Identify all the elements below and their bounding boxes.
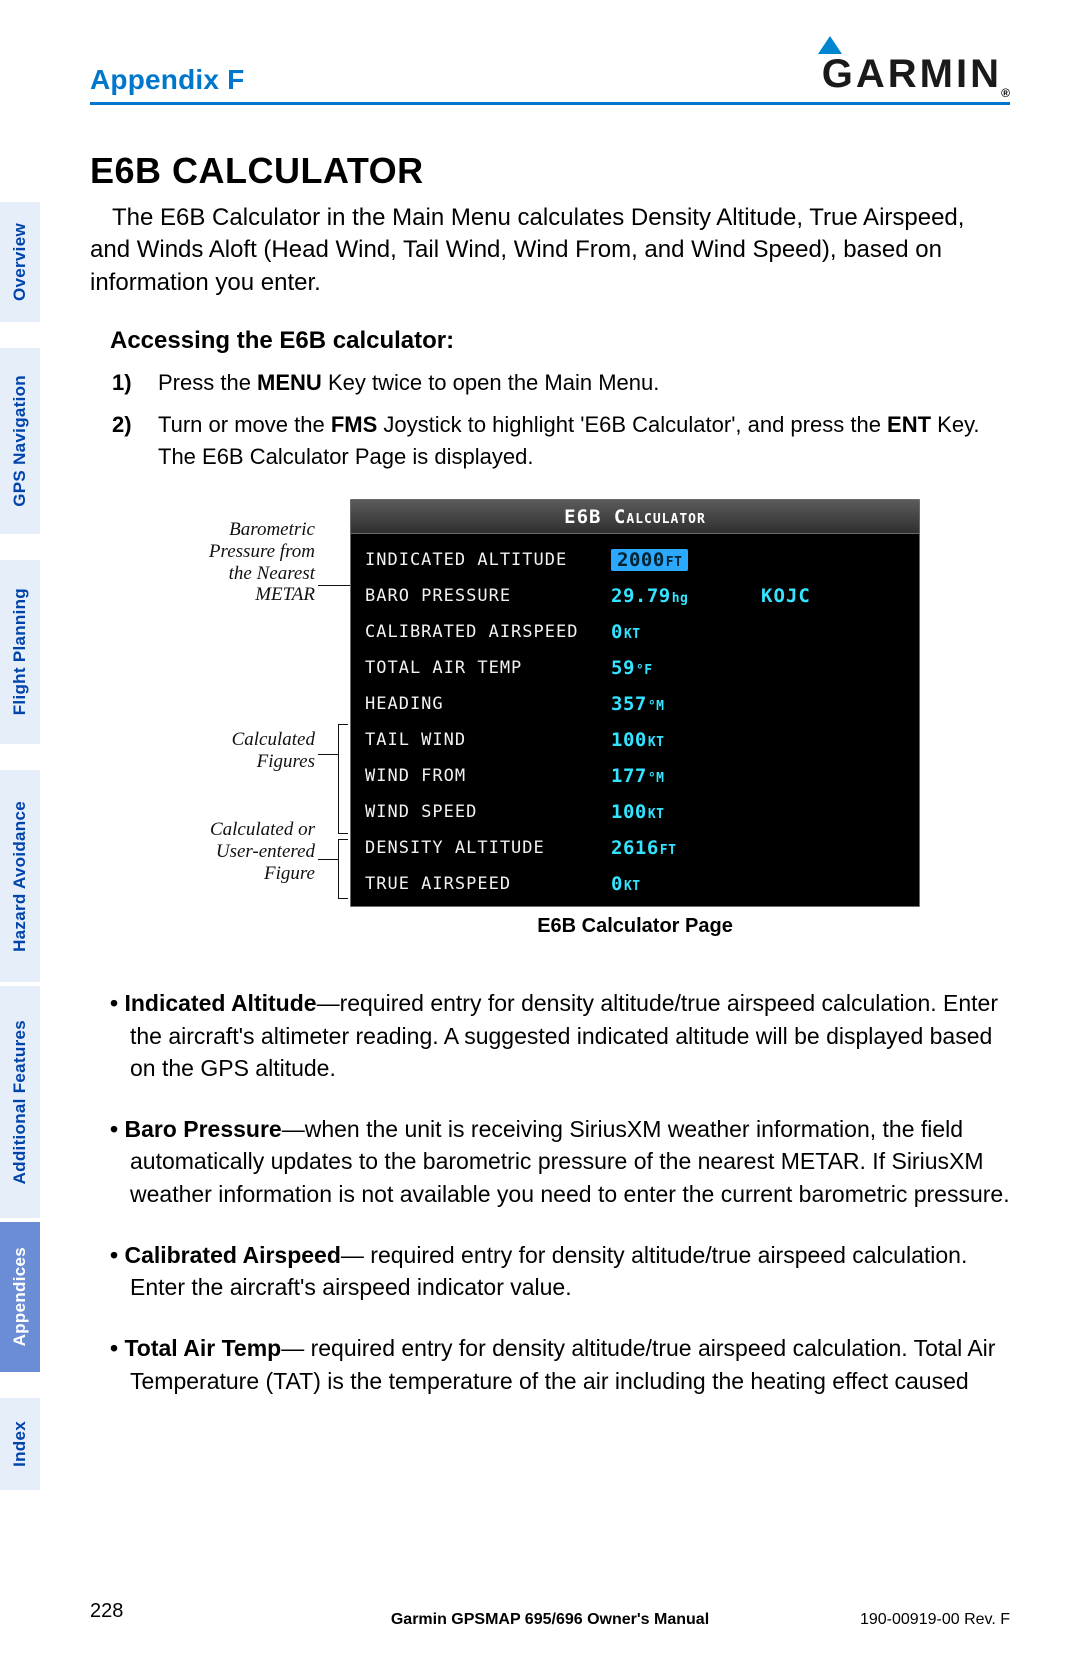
e6b-row-label: DENSITY ALTITUDE bbox=[365, 838, 611, 858]
e6b-row: TAIL WIND100KT bbox=[351, 722, 919, 758]
side-tab-flight-planning[interactable]: Flight Planning bbox=[0, 558, 40, 746]
definition-term: Baro Pressure bbox=[124, 1116, 281, 1142]
callout-calc: Calculated Figures bbox=[200, 729, 315, 773]
e6b-row-value: 29.79hg bbox=[611, 585, 761, 607]
e6b-row: HEADING357°M bbox=[351, 686, 919, 722]
side-tab-label: GPS Navigation bbox=[10, 375, 30, 507]
e6b-row-value: 357°M bbox=[611, 693, 761, 715]
definition-term: Indicated Altitude bbox=[124, 990, 316, 1016]
e6b-row-value: 100KT bbox=[611, 801, 761, 823]
side-tab-additional-features[interactable]: Additional Features bbox=[0, 984, 40, 1220]
e6b-row-value: 0KT bbox=[611, 621, 761, 643]
side-tab-label: Flight Planning bbox=[10, 588, 30, 715]
step-text: Turn or move the FMS Joystick to highlig… bbox=[158, 409, 1010, 473]
step-item: 2)Turn or move the FMS Joystick to highl… bbox=[112, 409, 1010, 473]
header-rule bbox=[90, 102, 1010, 105]
e6b-row: TOTAL AIR TEMP59°F bbox=[351, 650, 919, 686]
callout-user: Calculated or User-entered Figure bbox=[200, 819, 315, 885]
footer-revision: 190-00919-00 Rev. F bbox=[860, 1611, 1010, 1629]
definition-item: Total Air Temp— required entry for densi… bbox=[110, 1332, 1010, 1397]
e6b-row: TRUE AIRSPEED0KT bbox=[351, 866, 919, 902]
definition-term: Total Air Temp bbox=[124, 1335, 281, 1361]
e6b-row-extra: KOJC bbox=[761, 585, 811, 607]
step-number: 2) bbox=[112, 409, 158, 473]
garmin-registered: ® bbox=[1001, 86, 1010, 100]
callout-calc-brace bbox=[338, 724, 339, 834]
e6b-row: INDICATED ALTITUDE2000FT bbox=[351, 542, 919, 578]
e6b-row-value: 2616FT bbox=[611, 837, 761, 859]
e6b-row-label: WIND FROM bbox=[365, 766, 611, 786]
e6b-row-label: WIND SPEED bbox=[365, 802, 611, 822]
e6b-row-value: 59°F bbox=[611, 657, 761, 679]
e6b-row: WIND SPEED100KT bbox=[351, 794, 919, 830]
e6b-row-value: 100KT bbox=[611, 729, 761, 751]
side-tab-label: Additional Features bbox=[10, 1020, 30, 1184]
side-tab-gps-navigation[interactable]: GPS Navigation bbox=[0, 346, 40, 536]
side-tab-appendices[interactable]: Appendices bbox=[0, 1220, 40, 1374]
callout-calc-line bbox=[318, 754, 338, 755]
definition-item: Baro Pressure—when the unit is receiving… bbox=[110, 1113, 1010, 1211]
side-tab-label: Overview bbox=[10, 223, 30, 301]
callout-baro: Barometric Pressure from the Nearest MET… bbox=[200, 519, 315, 606]
e6b-row-label: INDICATED ALTITUDE bbox=[365, 550, 611, 570]
e6b-row-label: TRUE AIRSPEED bbox=[365, 874, 611, 894]
page-title: E6B CALCULATOR bbox=[90, 150, 1010, 192]
e6b-row-label: BARO PRESSURE bbox=[365, 586, 611, 606]
side-tab-overview[interactable]: Overview bbox=[0, 200, 40, 324]
e6b-screenshot: E6B Calculator INDICATED ALTITUDE2000FTB… bbox=[350, 499, 920, 907]
e6b-row: DENSITY ALTITUDE2616FT bbox=[351, 830, 919, 866]
callout-user-line bbox=[318, 859, 338, 860]
e6b-row: WIND FROM177°M bbox=[351, 758, 919, 794]
callout-user-brace bbox=[338, 839, 339, 899]
side-tab-label: Appendices bbox=[10, 1247, 30, 1346]
e6b-screenshot-title: E6B Calculator bbox=[351, 500, 919, 534]
intro-paragraph: The E6B Calculator in the Main Menu calc… bbox=[90, 202, 1010, 299]
garmin-logo: GARMIN bbox=[822, 52, 1002, 97]
side-tab-label: Index bbox=[10, 1421, 30, 1467]
step-text: Press the MENU Key twice to open the Mai… bbox=[158, 367, 1010, 399]
subheading: Accessing the E6B calculator: bbox=[110, 327, 1010, 355]
step-item: 1)Press the MENU Key twice to open the M… bbox=[112, 367, 1010, 399]
e6b-row-value[interactable]: 2000FT bbox=[611, 549, 761, 571]
side-tab-index[interactable]: Index bbox=[0, 1396, 40, 1492]
definition-item: Indicated Altitude—required entry for de… bbox=[110, 987, 1010, 1085]
e6b-row-label: HEADING bbox=[365, 694, 611, 714]
e6b-row: BARO PRESSURE29.79hgKOJC bbox=[351, 578, 919, 614]
step-number: 1) bbox=[112, 367, 158, 399]
e6b-row-label: CALIBRATED AIRSPEED bbox=[365, 622, 611, 642]
definition-term: Calibrated Airspeed bbox=[124, 1242, 340, 1268]
e6b-row-label: TAIL WIND bbox=[365, 730, 611, 750]
e6b-row: CALIBRATED AIRSPEED0KT bbox=[351, 614, 919, 650]
definition-item: Calibrated Airspeed— required entry for … bbox=[110, 1239, 1010, 1304]
e6b-row-value: 177°M bbox=[611, 765, 761, 787]
side-tab-hazard-avoidance[interactable]: Hazard Avoidance bbox=[0, 768, 40, 984]
e6b-row-value: 0KT bbox=[611, 873, 761, 895]
screenshot-caption: E6B Calculator Page bbox=[350, 915, 920, 938]
side-tab-label: Hazard Avoidance bbox=[10, 801, 30, 952]
e6b-row-label: TOTAL AIR TEMP bbox=[365, 658, 611, 678]
callout-baro-line bbox=[318, 585, 350, 586]
